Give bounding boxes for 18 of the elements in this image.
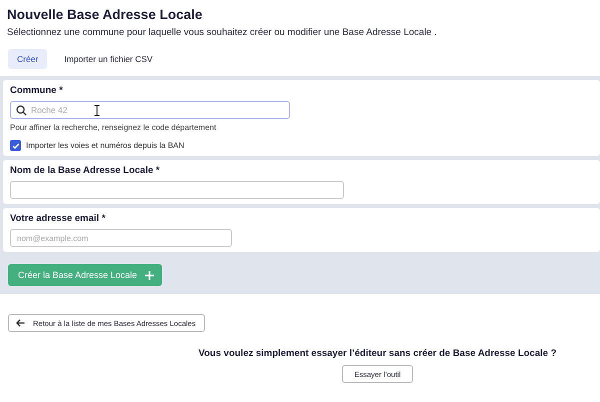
tab[interactable]: Créer [8,48,48,68]
search-icon [16,105,27,116]
input-field[interactable] [10,181,344,199]
field-label: Commune * [10,85,64,96]
text-cursor-icon [94,105,100,116]
field-label: Votre adresse email * [10,213,106,224]
search-field[interactable]: Roche 42 [10,101,290,119]
tab[interactable]: Importer un fichier CSV [55,48,162,68]
page-title: Nouvelle Base Adresse Locale [7,7,204,22]
field-label: Nom de la Base Adresse Locale * [10,165,161,176]
plus-icon [145,270,154,280]
arrow-left-icon [16,319,25,327]
hint-text: Pour affiner la recherche, renseignez le code département [10,123,218,132]
page-description: Sélectionnez une commune pour laquelle vous souhaitez créer ou modifier une Base Adresse Locale . [7,27,438,38]
question-text: Vous voulez simplement essayer l’éditeur sans créer de Base Adresse Locale ? [198,348,556,359]
checkbox-label: Importer les voies et numéros depuis la BAN [26,141,184,150]
input-field[interactable]: nom@example.com [10,229,232,247]
checkbox[interactable] [10,140,21,151]
